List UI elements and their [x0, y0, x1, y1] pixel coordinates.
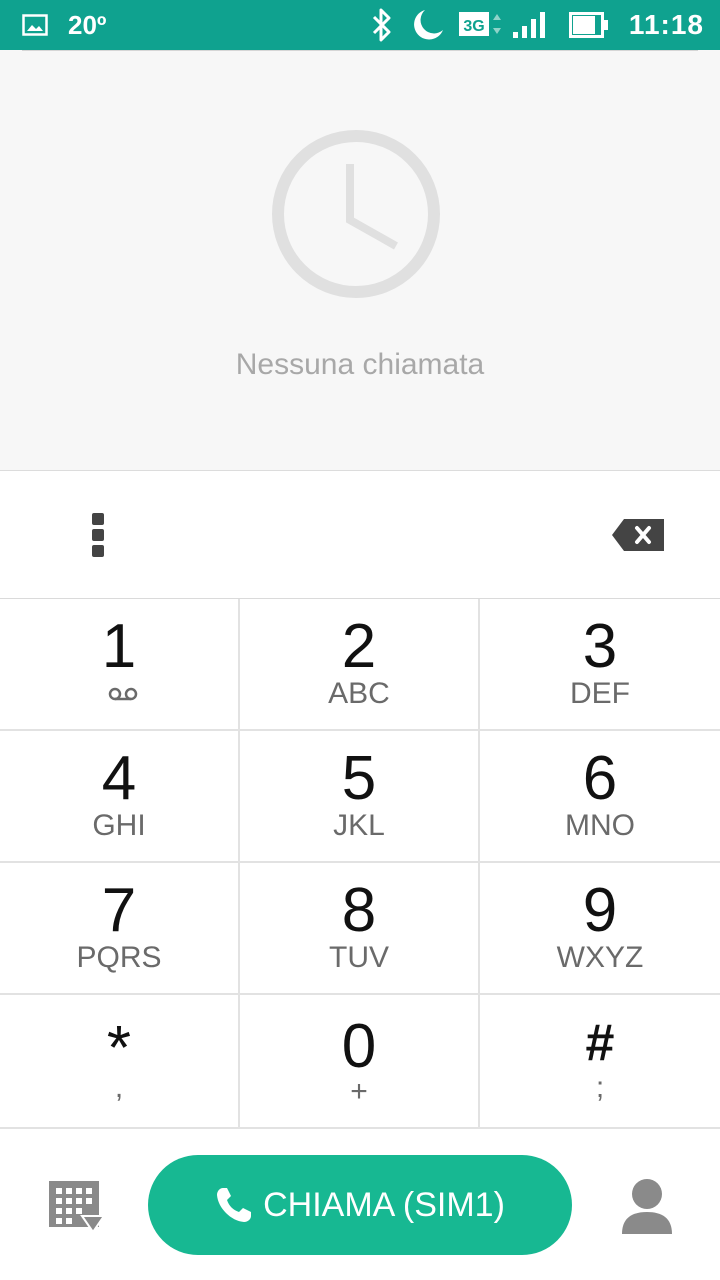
battery-icon	[568, 12, 609, 38]
key-letters: PQRS	[76, 941, 162, 974]
signal-icon	[512, 10, 547, 40]
svg-text:3G: 3G	[463, 18, 484, 35]
status-bar: 20º 3G 11:18	[0, 0, 720, 50]
clock-icon	[272, 130, 440, 298]
call-button-label: CHIAMA (SIM1)	[263, 1185, 505, 1224]
key-letters: +	[350, 1075, 368, 1108]
dialpad-key-8[interactable]: 8 TUV	[240, 863, 480, 995]
call-log-area: Nessuna chiamata	[0, 50, 720, 471]
phone-icon	[217, 1188, 252, 1222]
key-letters: JKL	[333, 809, 385, 842]
dialpad-key-4[interactable]: 4 GHI	[0, 731, 240, 863]
contact-icon[interactable]	[620, 1176, 674, 1236]
empty-call-log-text: Nessuna chiamata	[235, 348, 485, 381]
status-bar-left: 20º	[22, 0, 106, 50]
key-letters: TUV	[329, 941, 389, 974]
digits-bar	[0, 471, 720, 599]
divider	[22, 50, 698, 51]
key-digit: 1	[101, 612, 137, 681]
clock-time: 11:18	[628, 9, 704, 40]
status-bar-right: 3G 11:18	[371, 0, 704, 50]
key-digit: 4	[101, 744, 137, 813]
dialpad-key-3[interactable]: 3 DEF	[480, 599, 720, 731]
backspace-icon[interactable]	[610, 517, 666, 553]
key-letters: WXYZ	[556, 941, 644, 974]
bluetooth-icon	[371, 8, 393, 42]
dialpad: 1 2 ABC 3 DEF 4 GHI 5 JKL 6 MNO 7 PQRS 8…	[0, 599, 720, 1129]
key-letters: MNO	[565, 809, 635, 842]
key-letters: ABC	[328, 677, 390, 710]
key-digit: 5	[341, 744, 377, 813]
dialpad-key-hash[interactable]: # ;	[480, 995, 720, 1129]
call-button[interactable]: CHIAMA (SIM1)	[148, 1155, 572, 1255]
key-digit: 0	[341, 1012, 377, 1081]
key-digit: #	[585, 1014, 615, 1072]
dialpad-icon[interactable]	[48, 1180, 106, 1234]
key-digit: 2	[341, 612, 377, 681]
temperature: 20º	[68, 9, 107, 40]
key-letters: ;	[595, 1071, 605, 1104]
key-letters: DEF	[570, 677, 630, 710]
bottom-bar: CHIAMA (SIM1)	[0, 1130, 720, 1280]
dialpad-key-9[interactable]: 9 WXYZ	[480, 863, 720, 995]
key-digit: 9	[582, 876, 618, 945]
key-letters: GHI	[92, 809, 146, 842]
dialpad-key-star[interactable]: * ,	[0, 995, 240, 1129]
dialpad-key-2[interactable]: 2 ABC	[240, 599, 480, 731]
gallery-icon	[22, 14, 48, 36]
3g-icon: 3G	[458, 10, 505, 40]
key-digit: 3	[582, 612, 618, 681]
dialpad-key-1[interactable]: 1	[0, 599, 240, 731]
voicemail-icon	[108, 687, 138, 701]
moon-icon	[411, 8, 445, 42]
dialpad-key-0[interactable]: 0 +	[240, 995, 480, 1129]
dialpad-key-6[interactable]: 6 MNO	[480, 731, 720, 863]
key-digit: 8	[341, 876, 377, 945]
key-letters: ,	[114, 1071, 124, 1104]
overflow-menu-icon[interactable]	[80, 509, 116, 561]
dialpad-key-7[interactable]: 7 PQRS	[0, 863, 240, 995]
dialpad-key-5[interactable]: 5 JKL	[240, 731, 480, 863]
key-digit: 7	[101, 876, 137, 945]
key-digit: 6	[582, 744, 618, 813]
